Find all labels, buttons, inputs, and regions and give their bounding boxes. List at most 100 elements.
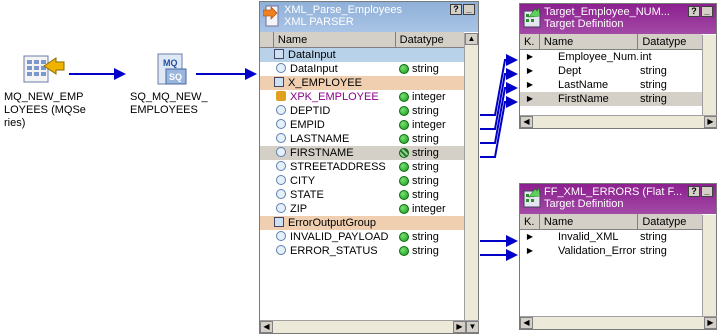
target-port-row[interactable]: ▶ Invalid_XML string — [520, 230, 702, 244]
scroll-left-icon[interactable]: ◀ — [520, 317, 533, 329]
row-marker — [260, 146, 274, 160]
field-icon — [276, 147, 286, 157]
port-name: FIRSTNAME — [290, 147, 354, 159]
scroll-right-icon[interactable]: ▶ — [704, 317, 717, 329]
datatype-column-header[interactable]: Datatype — [638, 34, 702, 49]
field-icon — [276, 231, 286, 241]
minimize-button[interactable]: _ — [463, 4, 475, 15]
port-status-icon — [399, 204, 409, 214]
link-deptid — [480, 54, 518, 116]
target-port-row[interactable]: ▶ Employee_Num... int — [520, 50, 702, 64]
port-row[interactable]: CITY string — [260, 174, 464, 188]
target2-subtitle: Target Definition — [544, 198, 624, 210]
datatype-column-header[interactable]: Datatype — [638, 214, 702, 229]
port-row[interactable]: XPK_EMPLOYEE integer — [260, 90, 464, 104]
target2-horizontal-scrollbar[interactable]: ◀ ▶ — [520, 316, 717, 329]
source-mq-new-employees[interactable]: MQ_NEW_EMP LOYEES (MQSe ries) — [4, 52, 86, 130]
row-marker — [260, 62, 274, 76]
port-row[interactable]: INVALID_PAYLOAD string — [260, 230, 464, 244]
target-port-row[interactable]: ▶ FirstName string — [520, 92, 702, 106]
port-row[interactable]: DEPTID string — [260, 104, 464, 118]
parser-vertical-scrollbar[interactable]: ▲ — [464, 33, 478, 321]
scroll-left-icon[interactable]: ◀ — [260, 321, 273, 333]
source-qualifier-sq-mq[interactable]: MQ SQ SQ_MQ_NEW_ EMPLOYEES — [130, 52, 208, 117]
target-port-row[interactable]: ▶ LastName string — [520, 78, 702, 92]
xml-parser-icon — [263, 5, 279, 27]
port-datatype: string — [640, 245, 667, 257]
group-icon — [274, 77, 284, 87]
port-name: Employee_Num... — [558, 51, 638, 63]
port-row[interactable]: STREETADDRESS string — [260, 160, 464, 174]
scroll-left-icon[interactable]: ◀ — [520, 116, 533, 128]
row-marker — [260, 244, 274, 258]
target-port-row[interactable]: ▶ Validation_Error string — [520, 244, 702, 258]
target-definition-icon — [523, 7, 541, 28]
row-marker — [260, 202, 274, 216]
xml-parser-window[interactable]: XML_Parse_Employees XML PARSER ? _ Name … — [259, 1, 479, 334]
parser-title-bar[interactable]: XML_Parse_Employees XML PARSER ? _ — [260, 2, 478, 32]
port-group-row[interactable]: X_EMPLOYEE — [260, 76, 464, 90]
help-button[interactable]: ? — [688, 186, 700, 197]
svg-text:SQ: SQ — [169, 72, 182, 82]
name-column-header[interactable]: Name — [540, 34, 639, 49]
port-name: LastName — [558, 79, 609, 91]
port-name: STATE — [290, 189, 324, 201]
port-group-row[interactable]: DataInput — [260, 48, 464, 62]
port-datatype: string — [412, 189, 439, 201]
port-name: EMPID — [290, 119, 325, 131]
port-row[interactable]: LASTNAME string — [260, 132, 464, 146]
field-icon — [276, 189, 286, 199]
port-row[interactable]: ERROR_STATUS string — [260, 244, 464, 258]
key-icon — [276, 91, 286, 101]
target1-title-bar[interactable]: Target_Employee_NUM... Target Definition… — [520, 4, 716, 34]
target-port-row[interactable]: ▶ Dept string — [520, 64, 702, 78]
help-button[interactable]: ? — [450, 4, 462, 15]
row-marker — [260, 90, 274, 104]
port-row[interactable]: FIRSTNAME string — [260, 146, 464, 160]
minimize-button[interactable]: _ — [701, 186, 713, 197]
port-arrow-icon: ▶ — [526, 52, 534, 61]
key-column-header[interactable]: K. — [520, 34, 540, 49]
target2-title-bar[interactable]: FF_XML_ERRORS (Flat F... Target Definiti… — [520, 184, 716, 214]
port-datatype: integer — [412, 203, 446, 215]
port-name: FirstName — [558, 93, 609, 105]
parser-column-header: Name Datatype — [260, 32, 464, 48]
help-button[interactable]: ? — [688, 6, 700, 17]
port-datatype: string — [412, 175, 439, 187]
port-row[interactable]: EMPID integer — [260, 118, 464, 132]
scroll-up-icon[interactable]: ▲ — [465, 33, 478, 45]
port-datatype: string — [412, 133, 439, 145]
port-name: Dept — [558, 65, 582, 77]
port-name: DEPTID — [290, 105, 331, 117]
target1-vertical-scrollbar[interactable] — [702, 35, 716, 115]
scroll-down-icon[interactable]: ▼ — [466, 321, 479, 333]
scroll-right-icon[interactable]: ▶ — [704, 116, 717, 128]
name-column-header[interactable]: Name — [274, 32, 396, 47]
port-status-icon — [399, 64, 409, 74]
port-row[interactable]: STATE string — [260, 188, 464, 202]
parser-horizontal-scrollbar[interactable]: ◀ ▶ ▼ — [260, 320, 479, 333]
target1-horizontal-scrollbar[interactable]: ◀ ▶ — [520, 115, 717, 128]
port-name: ZIP — [290, 203, 308, 215]
port-row[interactable]: DataInput string — [260, 62, 464, 76]
name-column-header[interactable]: Name — [540, 214, 639, 229]
target-xml-errors-window[interactable]: FF_XML_ERRORS (Flat F... Target Definiti… — [519, 183, 717, 330]
group-icon — [274, 217, 284, 227]
port-status-icon — [399, 246, 409, 256]
port-datatype: string — [412, 63, 439, 75]
port-group-row[interactable]: ErrorOutputGroup — [260, 216, 464, 230]
port-name: ErrorOutputGroup — [288, 217, 377, 229]
target-employee-window[interactable]: Target_Employee_NUM... Target Definition… — [519, 3, 717, 129]
port-row[interactable]: ZIP integer — [260, 202, 464, 216]
port-status-icon — [399, 162, 409, 172]
parser-port-list: DataInput DataInput string X_EMPLOYEE XPK_EM… — [260, 48, 464, 258]
scroll-right-icon[interactable]: ▶ — [453, 321, 466, 333]
target2-vertical-scrollbar[interactable] — [702, 215, 716, 316]
key-column-header[interactable]: K. — [520, 214, 540, 229]
target-definition-icon — [523, 187, 541, 208]
datatype-column-header[interactable]: Datatype — [396, 32, 464, 47]
mapping-canvas[interactable]: MQ_NEW_EMP LOYEES (MQSe ries) MQ SQ SQ_M… — [0, 0, 726, 336]
minimize-button[interactable]: _ — [701, 6, 713, 17]
target1-port-list: ▶ Employee_Num... int ▶ Dept string ▶ LastName s… — [520, 50, 702, 106]
port-status-icon — [399, 134, 409, 144]
